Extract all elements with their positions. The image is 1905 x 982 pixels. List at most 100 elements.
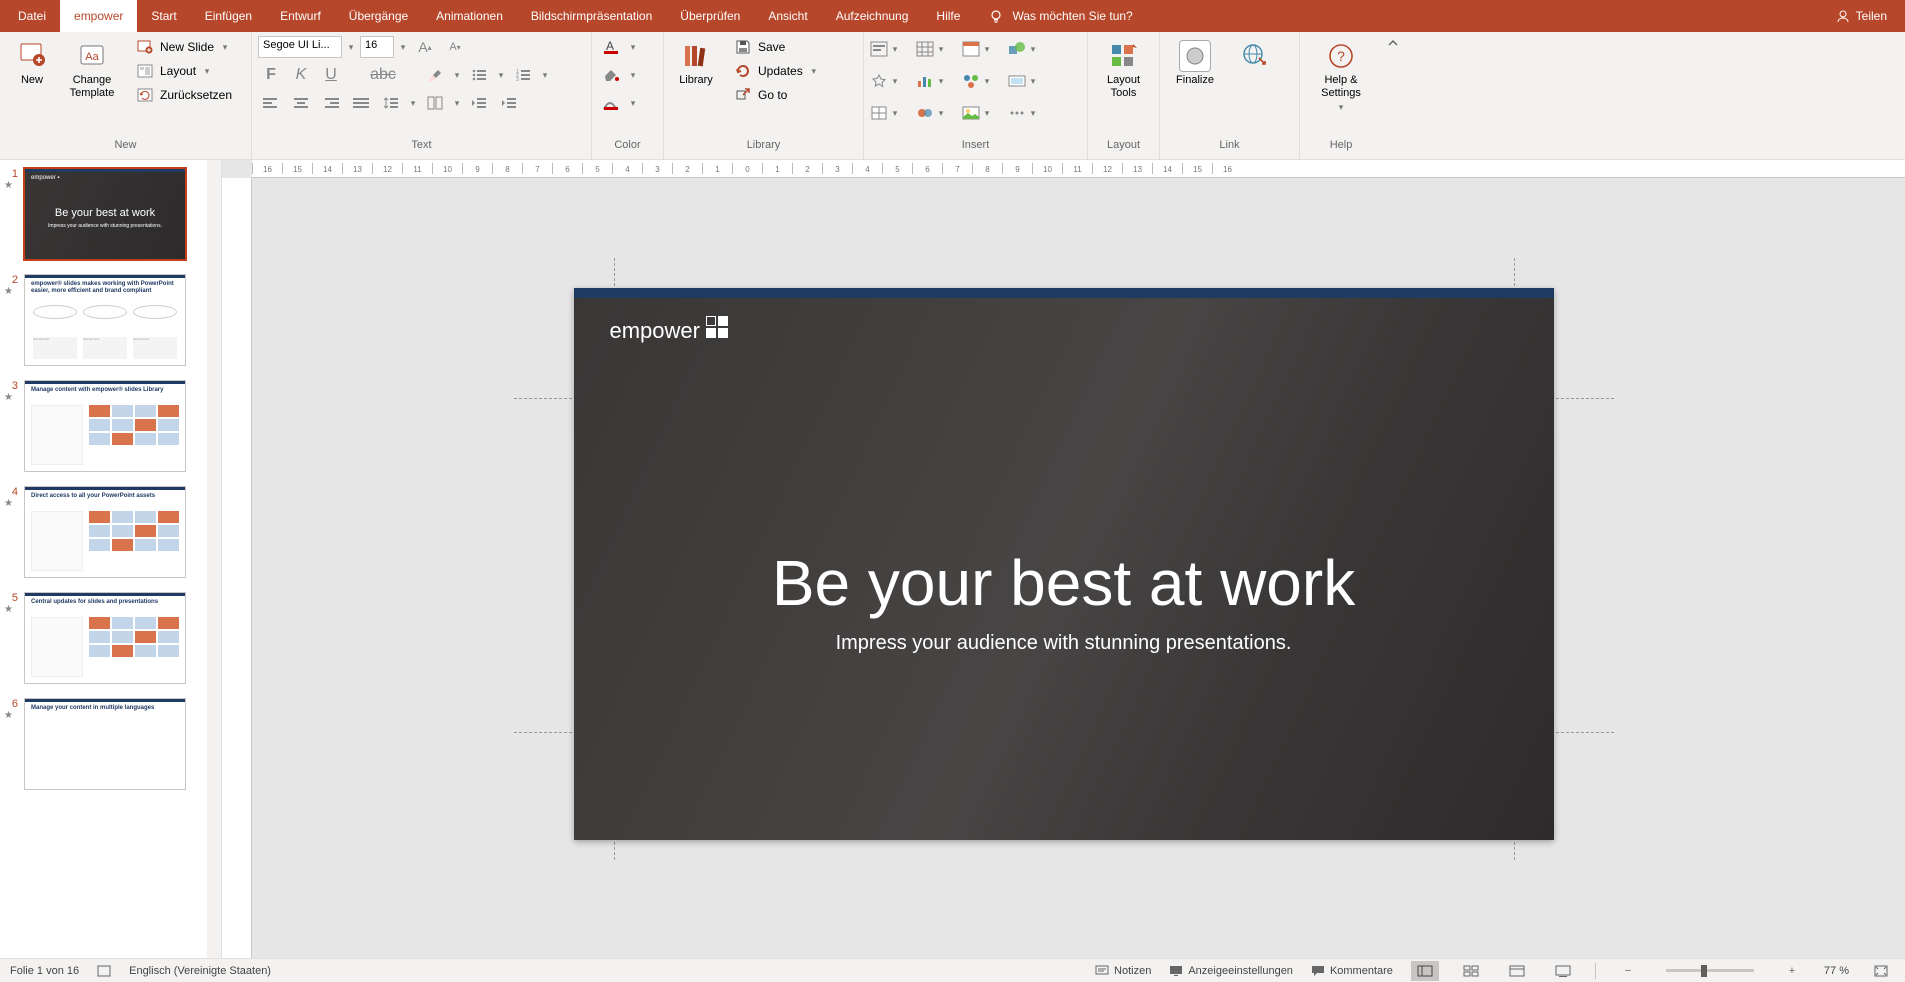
insert-symbol-button[interactable]: ▾ <box>870 105 902 121</box>
chevron-down-icon[interactable]: ▾ <box>452 98 462 109</box>
tab-ansicht[interactable]: Ansicht <box>754 0 821 32</box>
slide-thumbnail[interactable]: Central updates for slides and presentat… <box>24 592 186 684</box>
layout-dropdown[interactable]: Layout ▾ <box>130 60 238 82</box>
align-center-button[interactable] <box>288 92 314 114</box>
thumb-row[interactable]: 6★ Manage your content in multiple langu… <box>4 698 209 790</box>
tab-animationen[interactable]: Animationen <box>422 0 517 32</box>
align-justify-button[interactable] <box>348 92 374 114</box>
finalize-button[interactable]: Finalize <box>1166 36 1224 91</box>
slide-thumbnail[interactable]: Manage content with empower® slides Libr… <box>24 380 186 472</box>
underline-button[interactable]: U <box>318 64 344 86</box>
slide-thumbnail[interactable]: Direct access to all your PowerPoint ass… <box>24 486 186 578</box>
slide-subtitle[interactable]: Impress your audience with stunning pres… <box>574 632 1554 655</box>
thumb-row[interactable]: 3★ Manage content with empower® slides L… <box>4 380 209 472</box>
tell-me-search[interactable]: Was möchten Sie tun? <box>974 0 1146 32</box>
help-settings-button[interactable]: ? Help & Settings ▾ <box>1306 36 1376 117</box>
fill-color-button[interactable] <box>598 64 624 86</box>
insert-shapes-button[interactable]: ▾ <box>1008 41 1040 57</box>
updates-button[interactable]: Updates ▾ <box>728 60 825 82</box>
tab-hilfe[interactable]: Hilfe <box>922 0 974 32</box>
insert-textbox-button[interactable]: ▾ <box>870 41 902 57</box>
chevron-down-icon[interactable]: ▾ <box>628 42 638 53</box>
decrease-indent-button[interactable] <box>466 92 492 114</box>
insert-screenshot-button[interactable]: ▾ <box>1008 73 1040 89</box>
thumb-row[interactable]: 2★ empower® slides makes working with Po… <box>4 274 209 366</box>
new-button[interactable]: New <box>6 36 58 91</box>
slideshow-view-button[interactable] <box>1549 961 1577 981</box>
layout-tools-button[interactable]: Layout Tools <box>1094 36 1153 104</box>
slide-title[interactable]: Be your best at work <box>574 546 1554 620</box>
change-template-button[interactable]: Aa Change Template <box>62 36 122 104</box>
tab-ueberpruefen[interactable]: Überprüfen <box>666 0 754 32</box>
comments-button[interactable]: Kommentare <box>1311 965 1393 977</box>
slide-canvas[interactable]: empower Be your best at work Impress you… <box>574 288 1554 840</box>
chevron-down-icon[interactable]: ▾ <box>408 98 418 109</box>
insert-chart-button[interactable]: ▾ <box>916 73 948 89</box>
fit-to-window-button[interactable] <box>1867 961 1895 981</box>
slide-thumbnail[interactable]: Manage your content in multiple language… <box>24 698 186 790</box>
save-button[interactable]: Save <box>728 36 825 58</box>
link-button[interactable] <box>1228 36 1282 78</box>
slide-thumbnail[interactable]: empower ▪ Be your best at work Impress y… <box>24 168 186 260</box>
strikethrough-button[interactable]: abc <box>370 64 396 86</box>
new-slide-dropdown[interactable]: New Slide ▾ <box>130 36 238 58</box>
collapse-ribbon-button[interactable] <box>1382 32 1404 159</box>
font-color-button[interactable]: A <box>598 36 624 58</box>
language-status[interactable]: Englisch (Vereinigte Staaten) <box>129 965 271 977</box>
tab-bildschirm[interactable]: Bildschirmpräsentation <box>517 0 666 32</box>
zoom-out-button[interactable]: − <box>1614 961 1642 981</box>
accessibility-icon[interactable] <box>97 964 111 978</box>
columns-button[interactable] <box>422 92 448 114</box>
thumb-row[interactable]: 5★ Central updates for slides and presen… <box>4 592 209 684</box>
tab-datei[interactable]: Datei <box>4 0 60 32</box>
notes-button[interactable]: Notizen <box>1095 965 1151 977</box>
insert-agenda-button[interactable]: ▾ <box>962 41 994 57</box>
thumb-row[interactable]: 4★ Direct access to all your PowerPoint … <box>4 486 209 578</box>
highlight-button[interactable] <box>422 64 448 86</box>
insert-more-button[interactable]: ▾ <box>1008 106 1040 120</box>
insert-picture-button[interactable]: ▾ <box>962 105 994 121</box>
normal-view-button[interactable] <box>1411 961 1439 981</box>
tab-start[interactable]: Start <box>137 0 190 32</box>
italic-button[interactable]: K <box>288 64 314 86</box>
goto-button[interactable]: Go to <box>728 84 825 106</box>
zoom-slider[interactable] <box>1666 969 1754 972</box>
grow-font-button[interactable]: A▴ <box>412 36 438 58</box>
insert-favorite-button[interactable]: ▾ <box>870 73 902 89</box>
align-left-button[interactable] <box>258 92 284 114</box>
zoom-level[interactable]: 77 % <box>1824 965 1849 977</box>
tab-aufzeichnung[interactable]: Aufzeichnung <box>822 0 923 32</box>
outline-color-button[interactable] <box>598 92 624 114</box>
zoom-in-button[interactable]: + <box>1778 961 1806 981</box>
chevron-down-icon[interactable]: ▾ <box>496 70 506 81</box>
thumb-row[interactable]: 1★ empower ▪ Be your best at work Impres… <box>4 168 209 260</box>
display-settings-button[interactable]: Anzeigeeinstellungen <box>1169 965 1293 977</box>
reading-view-button[interactable] <box>1503 961 1531 981</box>
chevron-down-icon[interactable]: ▾ <box>346 42 356 53</box>
share-button[interactable]: Teilen <box>1818 0 1905 32</box>
chevron-down-icon[interactable]: ▾ <box>628 70 638 81</box>
numbering-button[interactable]: 123 <box>510 64 536 86</box>
align-right-button[interactable] <box>318 92 344 114</box>
tab-uebergaenge[interactable]: Übergänge <box>335 0 422 32</box>
insert-smartart-button[interactable]: ▾ <box>962 73 994 89</box>
shrink-font-button[interactable]: A▾ <box>442 36 468 58</box>
slide-thumbnail[interactable]: empower® slides makes working with Power… <box>24 274 186 366</box>
bold-button[interactable]: F <box>258 64 284 86</box>
chevron-down-icon[interactable]: ▾ <box>398 42 408 53</box>
insert-icons-button[interactable]: ▾ <box>916 105 948 121</box>
tab-empower[interactable]: empower <box>60 0 137 32</box>
library-button[interactable]: Library <box>670 36 722 91</box>
font-size-input[interactable]: 16 <box>360 36 394 58</box>
chevron-down-icon[interactable]: ▾ <box>540 70 550 81</box>
chevron-down-icon[interactable]: ▾ <box>452 70 462 81</box>
line-spacing-button[interactable] <box>378 92 404 114</box>
sorter-view-button[interactable] <box>1457 961 1485 981</box>
increase-indent-button[interactable] <box>496 92 522 114</box>
bullets-button[interactable] <box>466 64 492 86</box>
tab-entwurf[interactable]: Entwurf <box>266 0 335 32</box>
chevron-down-icon[interactable]: ▾ <box>628 98 638 109</box>
reset-button[interactable]: Zurücksetzen <box>130 84 238 106</box>
tab-einfuegen[interactable]: Einfügen <box>191 0 266 32</box>
insert-table-button[interactable]: ▾ <box>916 41 948 57</box>
